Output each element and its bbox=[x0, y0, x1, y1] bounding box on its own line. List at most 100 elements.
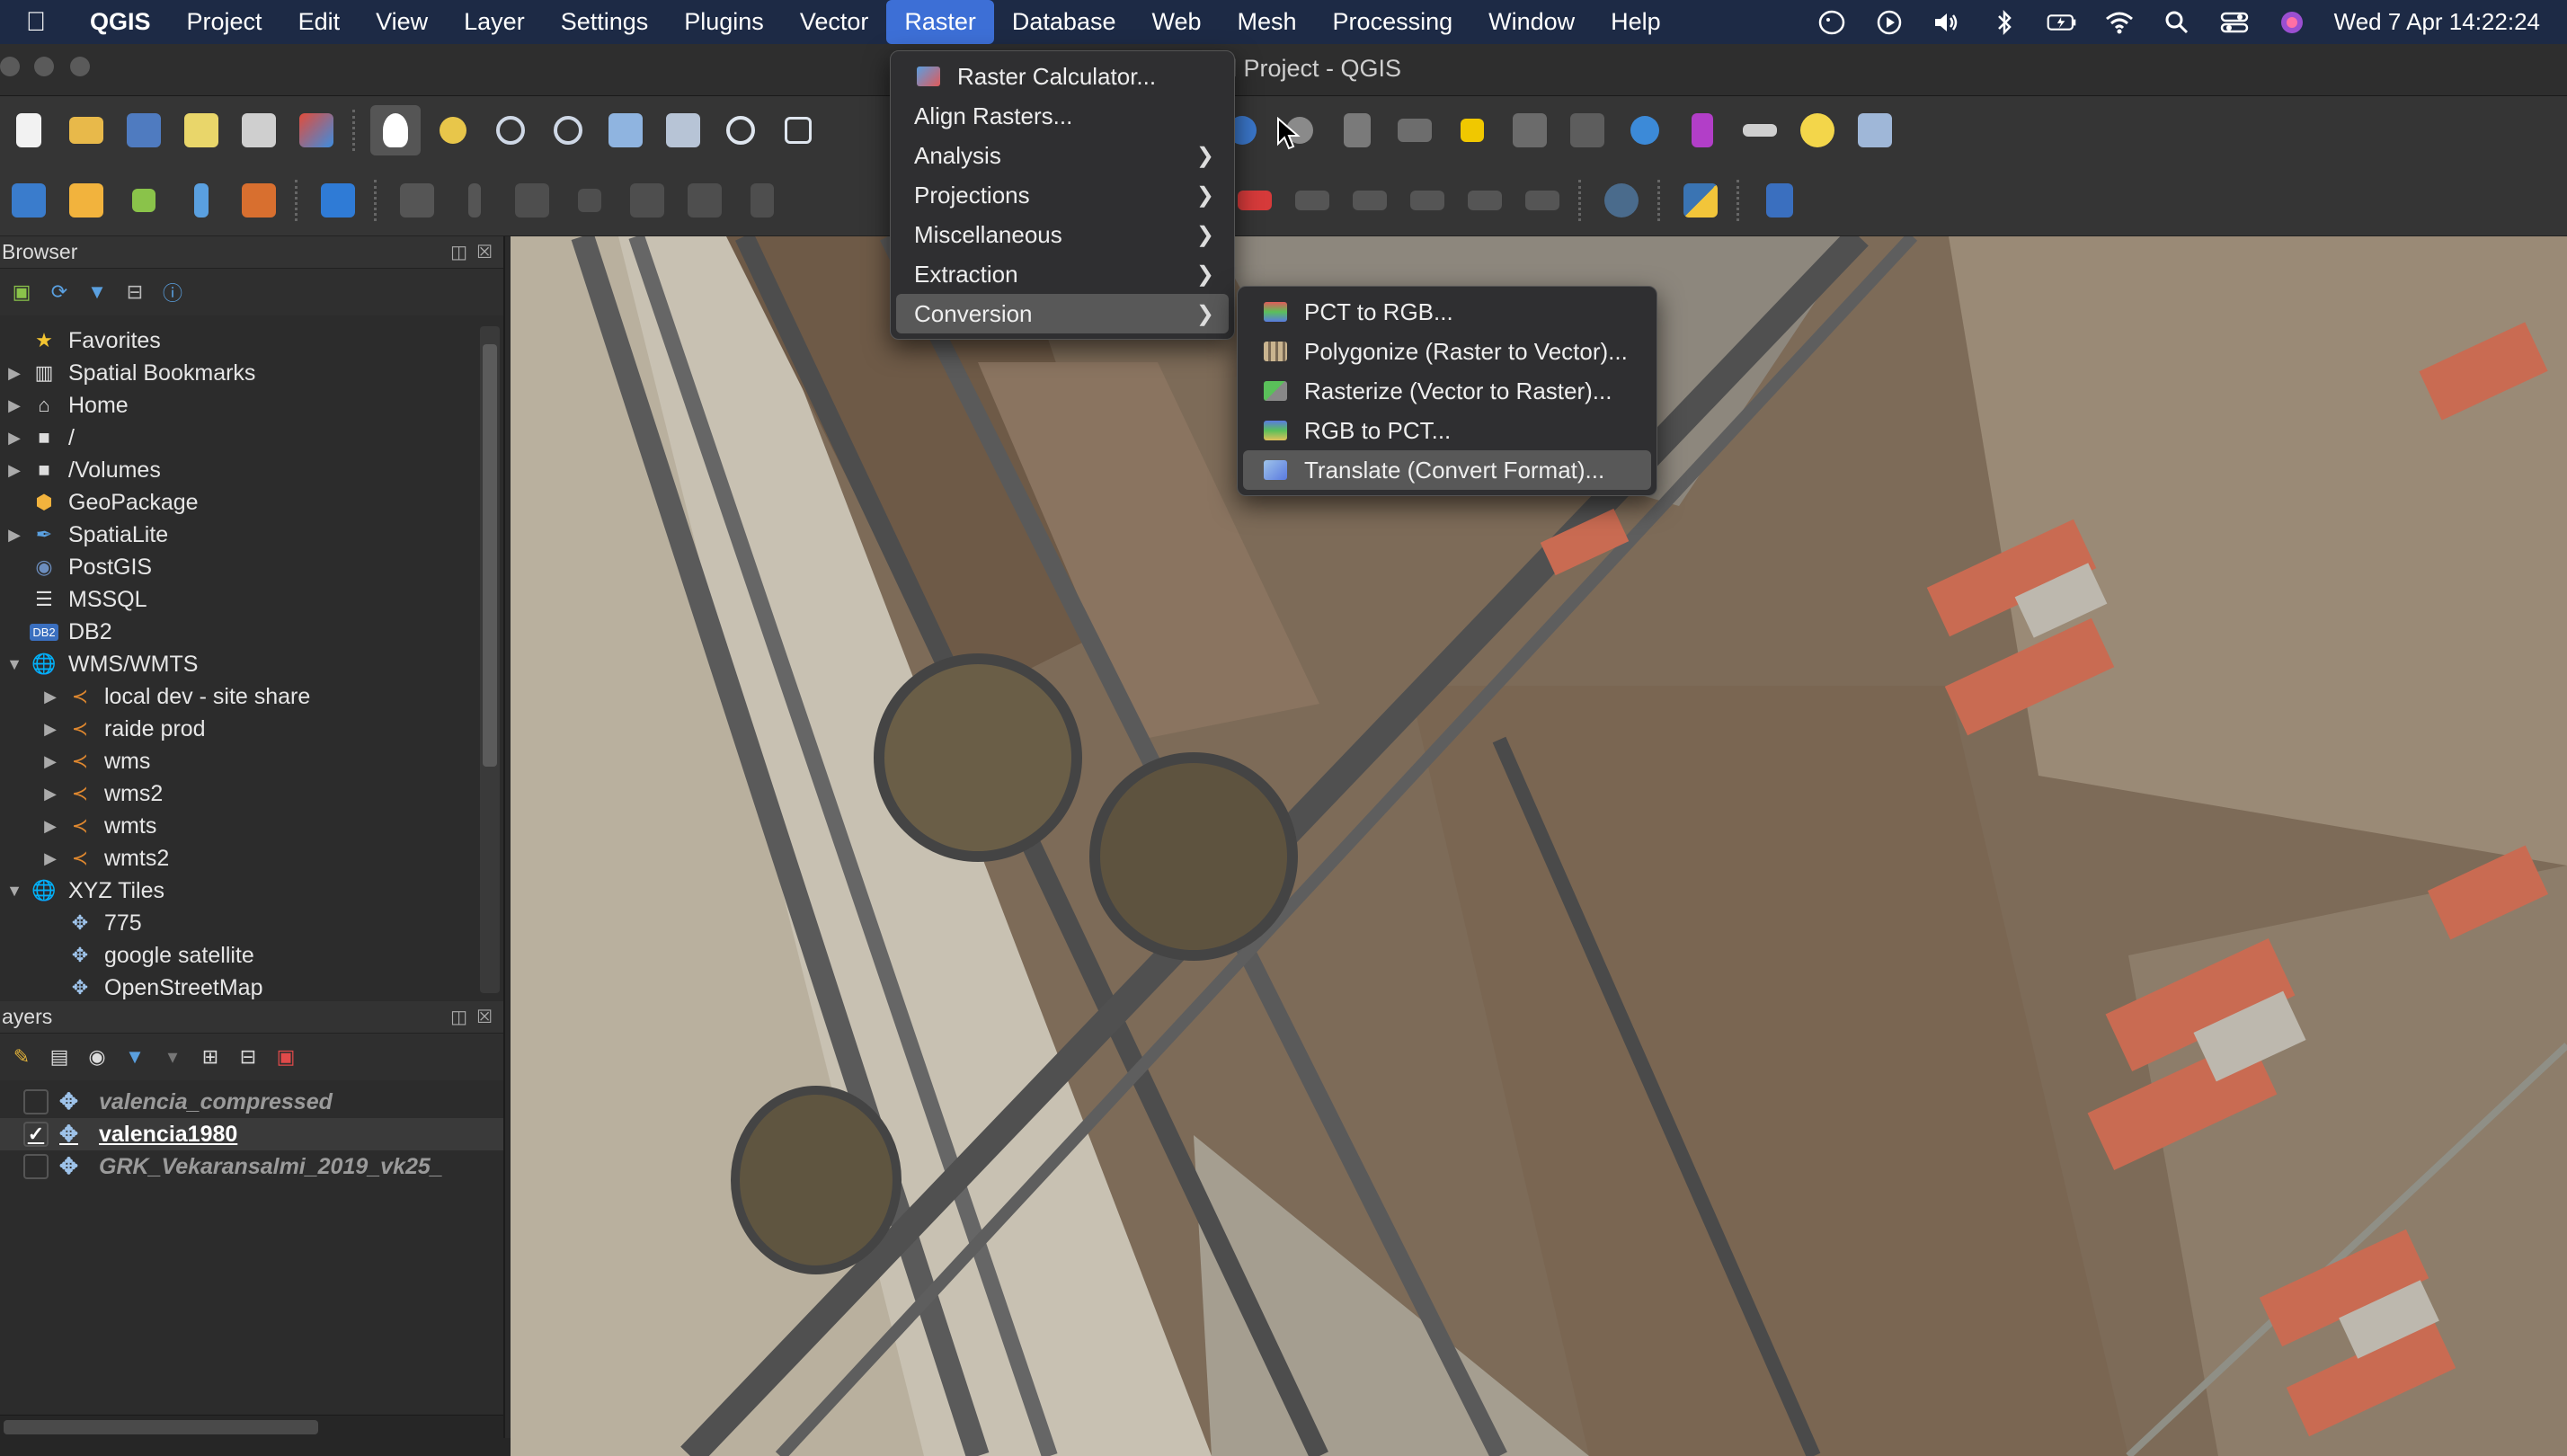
wifi-icon[interactable] bbox=[2104, 9, 2135, 36]
menu-item-rasterize[interactable]: Rasterize (Vector to Raster)... bbox=[1243, 371, 1651, 411]
menu-mesh[interactable]: Mesh bbox=[1220, 0, 1315, 44]
vector-toolbox-icon[interactable] bbox=[313, 175, 363, 226]
collapse-all-icon[interactable]: ⊟ bbox=[120, 278, 149, 306]
browser-item-wms-wmts[interactable]: ▼ 🌐 WMS/WMTS bbox=[0, 648, 503, 680]
vertex-tool-icon[interactable] bbox=[622, 175, 672, 226]
label-highlight-icon[interactable] bbox=[1230, 175, 1280, 226]
expand-arrow-icon[interactable]: ▶ bbox=[0, 526, 29, 545]
close-window-icon[interactable] bbox=[0, 57, 20, 76]
measure-line-icon[interactable] bbox=[1735, 105, 1785, 155]
elephant-icon[interactable] bbox=[1816, 9, 1847, 36]
menu-edit[interactable]: Edit bbox=[280, 0, 359, 44]
open-project-icon[interactable] bbox=[61, 105, 111, 155]
layout-manager-icon[interactable] bbox=[234, 105, 284, 155]
menu-processing[interactable]: Processing bbox=[1315, 0, 1471, 44]
control-center-icon[interactable] bbox=[2219, 9, 2250, 36]
browser-item-volumes[interactable]: ▶ ■ /Volumes bbox=[0, 454, 503, 486]
volume-icon[interactable] bbox=[1932, 9, 1962, 36]
browser-item-spatialite[interactable]: ▶ ✒ SpatiaLite bbox=[0, 519, 503, 551]
battery-icon[interactable] bbox=[2047, 9, 2077, 36]
toggle-editing-icon[interactable] bbox=[449, 175, 500, 226]
zoom-full-icon[interactable] bbox=[600, 105, 651, 155]
menu-database[interactable]: Database bbox=[994, 0, 1134, 44]
bluetooth-icon[interactable] bbox=[1989, 9, 2020, 36]
annotation-icon[interactable] bbox=[1850, 105, 1900, 155]
float-panel-icon[interactable]: ◫ bbox=[450, 241, 467, 263]
expand-arrow-icon[interactable]: ▶ bbox=[0, 364, 29, 383]
menu-item-conversion[interactable]: Conversion ❯ bbox=[896, 294, 1229, 333]
apple-menu-icon[interactable]:  bbox=[0, 7, 72, 38]
pan-to-selection-icon[interactable] bbox=[428, 105, 478, 155]
filter-icon[interactable]: ▼ bbox=[83, 278, 111, 306]
menu-item-polygonize[interactable]: Polygonize (Raster to Vector)... bbox=[1243, 332, 1651, 371]
layer-item-valencia1980[interactable]: ✓ ✥ valencia1980 bbox=[0, 1118, 503, 1150]
browser-item-home[interactable]: ▶ ⌂ Home bbox=[0, 389, 503, 422]
manage-map-themes-eye-icon[interactable]: ◉ bbox=[83, 1043, 111, 1071]
open-attribute-table-icon[interactable] bbox=[1505, 105, 1555, 155]
float-panel-icon[interactable]: ◫ bbox=[450, 1006, 467, 1028]
expand-arrow-icon[interactable]: ▶ bbox=[36, 752, 65, 771]
add-selected-layers-icon[interactable]: ▣ bbox=[7, 278, 36, 306]
filter-legend-icon[interactable]: ▼ bbox=[120, 1043, 149, 1071]
new-print-layout-icon[interactable] bbox=[176, 105, 226, 155]
help-icon[interactable] bbox=[1754, 175, 1805, 226]
menu-layer[interactable]: Layer bbox=[446, 0, 543, 44]
clock[interactable]: Wed 7 Apr 14:22:24 bbox=[2334, 8, 2540, 36]
browser-item-xyz-775[interactable]: ✥ 775 bbox=[0, 907, 503, 939]
new-virtual-layer-icon[interactable] bbox=[234, 175, 284, 226]
move-label-icon[interactable] bbox=[1287, 175, 1337, 226]
expand-arrow-icon[interactable]: ▶ bbox=[36, 849, 65, 868]
browser-item-xyz-tiles[interactable]: ▼ 🌐 XYZ Tiles bbox=[0, 874, 503, 907]
map-tips-icon[interactable] bbox=[1792, 105, 1843, 155]
browser-item-wms-local-dev[interactable]: ▶ ≺ local dev - site share bbox=[0, 680, 503, 713]
browser-item-mssql[interactable]: ☰ MSSQL bbox=[0, 583, 503, 616]
pan-map-icon[interactable] bbox=[370, 105, 421, 155]
layer-styling-icon[interactable]: ✎ bbox=[7, 1043, 36, 1071]
expand-arrow-icon[interactable]: ▶ bbox=[0, 396, 29, 415]
python-console-icon[interactable] bbox=[1675, 175, 1726, 226]
collapse-arrow-icon[interactable]: ▼ bbox=[0, 655, 29, 674]
close-panel-icon[interactable]: ☒ bbox=[476, 241, 493, 263]
deselect-all-icon[interactable] bbox=[1447, 105, 1497, 155]
statistical-summary-sigma-icon[interactable] bbox=[1677, 105, 1728, 155]
menu-settings[interactable]: Settings bbox=[543, 0, 667, 44]
browser-item-geopackage[interactable]: ⬢ GeoPackage bbox=[0, 486, 503, 519]
expand-arrow-icon[interactable]: ▶ bbox=[36, 720, 65, 739]
menu-plugins[interactable]: Plugins bbox=[666, 0, 782, 44]
zoom-out-icon[interactable] bbox=[543, 105, 593, 155]
menu-vector[interactable]: Vector bbox=[782, 0, 887, 44]
expand-arrow-icon[interactable]: ▶ bbox=[36, 785, 65, 803]
refresh-icon[interactable]: ⟳ bbox=[45, 278, 74, 306]
menu-item-raster-calculator[interactable]: Raster Calculator... bbox=[896, 57, 1229, 96]
change-label-icon[interactable] bbox=[1402, 175, 1452, 226]
data-source-manager-icon[interactable] bbox=[4, 175, 54, 226]
add-feature-icon[interactable] bbox=[564, 175, 615, 226]
browser-item-xyz-openstreetmap[interactable]: ✥ OpenStreetMap bbox=[0, 972, 503, 1004]
browser-item-wmts2[interactable]: ▶ ≺ wmts2 bbox=[0, 842, 503, 874]
layer-visibility-checkbox[interactable] bbox=[23, 1089, 49, 1114]
new-temporary-layer-icon[interactable] bbox=[119, 175, 169, 226]
zoom-to-layer-icon[interactable] bbox=[715, 105, 766, 155]
browser-item-wmts[interactable]: ▶ ≺ wmts bbox=[0, 810, 503, 842]
attribute-table-list-icon[interactable] bbox=[1390, 105, 1440, 155]
menu-project[interactable]: Project bbox=[169, 0, 280, 44]
save-project-icon[interactable] bbox=[119, 105, 169, 155]
close-panel-icon[interactable]: ☒ bbox=[476, 1006, 493, 1028]
expand-arrow-icon[interactable]: ▶ bbox=[36, 688, 65, 706]
style-manager-icon[interactable] bbox=[291, 105, 342, 155]
scrollbar-thumb[interactable] bbox=[483, 344, 497, 767]
digitize-pen-icon[interactable] bbox=[176, 175, 226, 226]
pin-label-icon[interactable] bbox=[1460, 175, 1510, 226]
browser-item-postgis[interactable]: ◉ PostGIS bbox=[0, 551, 503, 583]
zoom-native-icon[interactable] bbox=[773, 105, 823, 155]
menu-app-qgis[interactable]: QGIS bbox=[72, 0, 169, 44]
select-features-icon[interactable] bbox=[1332, 105, 1382, 155]
new-project-icon[interactable] bbox=[4, 105, 54, 155]
play-icon[interactable] bbox=[1874, 9, 1905, 36]
browser-item-wms[interactable]: ▶ ≺ wms bbox=[0, 745, 503, 777]
delete-selected-icon[interactable] bbox=[737, 175, 787, 226]
browser-item-xyz-google-satellite[interactable]: ✥ google satellite bbox=[0, 939, 503, 972]
menu-item-translate[interactable]: Translate (Convert Format)... bbox=[1243, 450, 1651, 490]
edit-pencil-icon[interactable] bbox=[392, 175, 442, 226]
expand-all-icon[interactable]: ⊞ bbox=[196, 1043, 225, 1071]
